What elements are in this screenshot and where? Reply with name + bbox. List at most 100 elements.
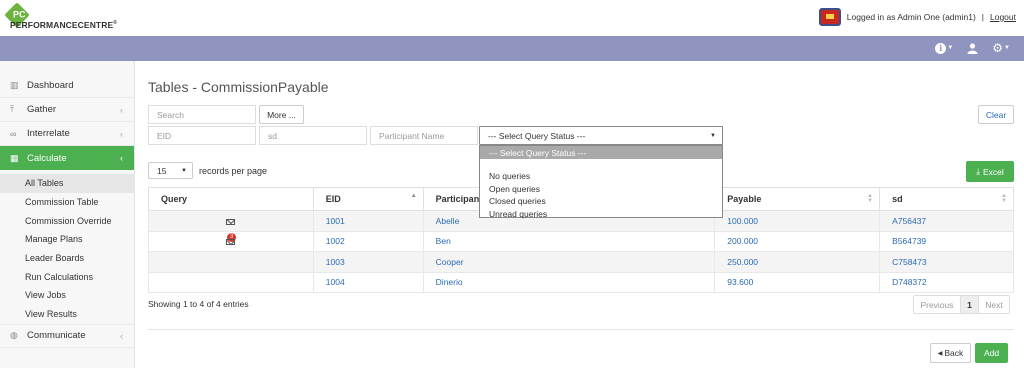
sidebar-item-gather[interactable]: ⤒ Gather ‹	[0, 98, 134, 122]
sort-icon: ▲▼	[867, 193, 874, 204]
submenu-leader-boards[interactable]: Leader Boards	[0, 249, 134, 268]
pagination: Previous 1 Next	[913, 295, 1010, 314]
showing-entries: Showing 1 to 4 of 4 entries	[148, 299, 249, 309]
user-area: Logged in as Admin One (admin1) | Logout	[818, 8, 1016, 26]
pagination-page[interactable]: 1	[960, 295, 979, 314]
add-button[interactable]: Add	[975, 343, 1008, 363]
dropdown-option[interactable]: No queries	[480, 170, 722, 183]
envelope-icon[interactable]	[226, 239, 236, 245]
pagination-next[interactable]: Next	[978, 295, 1010, 314]
payable-cell[interactable]: 93.600	[714, 271, 881, 293]
info-icon: i	[935, 42, 947, 54]
link-icon: ∞	[10, 128, 17, 139]
eid-cell[interactable]: 1002	[312, 230, 424, 252]
user-menu[interactable]	[967, 42, 978, 54]
table-row[interactable]: 3 1002 Ben 200.000 B564739	[148, 230, 1014, 252]
records-per-page-label: records per page	[199, 165, 268, 176]
query-cell[interactable]: 3	[148, 230, 314, 252]
sd-cell[interactable]: A756437	[879, 210, 1014, 232]
column-header-payable[interactable]: Payable ▲ ▼	[714, 187, 881, 211]
nav-band: i ▼ ⚙ ▼	[0, 36, 1024, 61]
download-icon: ⤓	[976, 166, 980, 176]
chevron-left-icon: ‹	[120, 153, 123, 163]
submenu-commission-override[interactable]: Commission Override	[0, 211, 134, 230]
records-per-page: 15 ▼ records per page	[148, 162, 267, 179]
table-icon: ▦	[10, 152, 19, 163]
payable-cell[interactable]: 200.000	[714, 230, 881, 252]
column-header-sd[interactable]: sd ▲ ▼	[879, 187, 1014, 211]
eid-filter[interactable]: EID	[148, 126, 256, 145]
chevron-left-icon: ‹	[120, 330, 123, 341]
settings-menu[interactable]: ⚙ ▼	[992, 41, 1010, 55]
table-row[interactable]: 1004 Dinerio 93.600 D748372	[148, 271, 1014, 293]
chevron-left-icon: ‹	[120, 104, 123, 115]
user-icon	[967, 42, 978, 54]
separator: |	[981, 12, 984, 22]
caret-down-icon: ▼	[710, 132, 716, 139]
envelope-icon[interactable]	[226, 218, 236, 225]
logo-text: PERFORMANCECENTRE®	[10, 20, 118, 30]
bar-chart-icon: ▥	[10, 80, 19, 90]
excel-button[interactable]: ⤓ Excel	[966, 161, 1014, 182]
submenu-manage-plans[interactable]: Manage Plans	[0, 230, 134, 249]
column-header-query[interactable]: Query	[148, 187, 314, 211]
sidebar-item-communicate[interactable]: ◍ Communicate ‹	[0, 323, 134, 348]
sd-cell[interactable]: C758473	[879, 251, 1014, 273]
divider	[148, 329, 1014, 330]
participant-cell[interactable]: Cooper	[422, 251, 716, 273]
more-button[interactable]: More ...	[259, 105, 304, 124]
sd-cell[interactable]: B564739	[879, 230, 1014, 252]
chat-icon: ◍	[10, 330, 18, 340]
sidebar-item-dashboard[interactable]: ▥ Dashboard	[0, 74, 134, 98]
payable-cell[interactable]: 250.000	[714, 251, 881, 273]
participant-cell[interactable]: Ben	[422, 230, 716, 252]
eid-cell[interactable]: 1003	[312, 251, 424, 273]
eid-cell[interactable]: 1001	[312, 210, 424, 232]
calculate-submenu: All Tables Commission Table Commission O…	[0, 170, 134, 324]
sd-filter[interactable]: sd	[259, 126, 367, 145]
dropdown-option[interactable]	[480, 159, 722, 170]
sort-icon: ▲▼	[1001, 193, 1007, 204]
submenu-view-results[interactable]: View Results	[0, 305, 134, 324]
caret-left-icon: ◀	[937, 350, 943, 357]
pagination-previous[interactable]: Previous	[913, 295, 961, 314]
query-status-select[interactable]: --- Select Query Status --- ▼	[479, 126, 723, 145]
participant-name-filter[interactable]: Participant Name	[370, 126, 478, 145]
sidebar: ▥ Dashboard ⤒ Gather ‹ ∞ Interrelate ‹ ▦…	[0, 61, 135, 368]
query-cell[interactable]	[148, 251, 314, 273]
search-input[interactable]: Search	[148, 105, 256, 124]
query-cell[interactable]	[148, 271, 314, 293]
sd-cell[interactable]: D748372	[879, 271, 1014, 293]
query-status-dropdown: --- Select Query Status --- No queries O…	[479, 145, 723, 221]
gear-icon: ⚙	[992, 41, 1004, 55]
dropdown-option[interactable]: --- Select Query Status ---	[480, 146, 722, 159]
avatar	[818, 8, 841, 26]
sort-asc-icon: ▲	[410, 193, 417, 199]
back-button[interactable]: ◀ Back	[930, 343, 971, 363]
clear-button[interactable]: Clear	[978, 105, 1014, 124]
caret-down-icon: ▼	[181, 167, 187, 174]
eid-cell[interactable]: 1004	[312, 271, 424, 293]
logged-in-text: Logged in as Admin One (admin1)	[846, 12, 976, 22]
submenu-run-calculations[interactable]: Run Calculations	[0, 267, 134, 286]
participant-cell[interactable]: Dinerio	[422, 271, 716, 293]
submenu-view-jobs[interactable]: View Jobs	[0, 286, 134, 305]
column-header-eid[interactable]: EID ▲	[312, 187, 424, 211]
query-cell[interactable]	[148, 210, 314, 232]
info-menu[interactable]: i ▼	[935, 42, 953, 54]
submenu-all-tables[interactable]: All Tables	[0, 174, 134, 193]
upload-icon: ⤒	[10, 104, 14, 114]
sidebar-item-interrelate[interactable]: ∞ Interrelate ‹	[0, 122, 134, 146]
table-row[interactable]: 1003 Cooper 250.000 C758473	[148, 251, 1014, 273]
logout-link[interactable]: Logout	[990, 12, 1016, 22]
submenu-commission-table[interactable]: Commission Table	[0, 193, 134, 212]
records-per-page-select[interactable]: 15 ▼	[148, 162, 193, 179]
top-header: PC PERFORMANCECENTRE® Logged in as Admin…	[0, 0, 1024, 36]
page-title: Tables - CommissionPayable	[148, 79, 329, 95]
sidebar-item-calculate[interactable]: ▦ Calculate ‹	[0, 146, 134, 170]
dropdown-option[interactable]: Unread queries	[480, 208, 722, 221]
dropdown-option[interactable]: Closed queries	[480, 195, 722, 208]
chevron-left-icon: ‹	[120, 128, 123, 139]
payable-cell[interactable]: 100.000	[714, 210, 881, 232]
dropdown-option[interactable]: Open queries	[480, 183, 722, 196]
